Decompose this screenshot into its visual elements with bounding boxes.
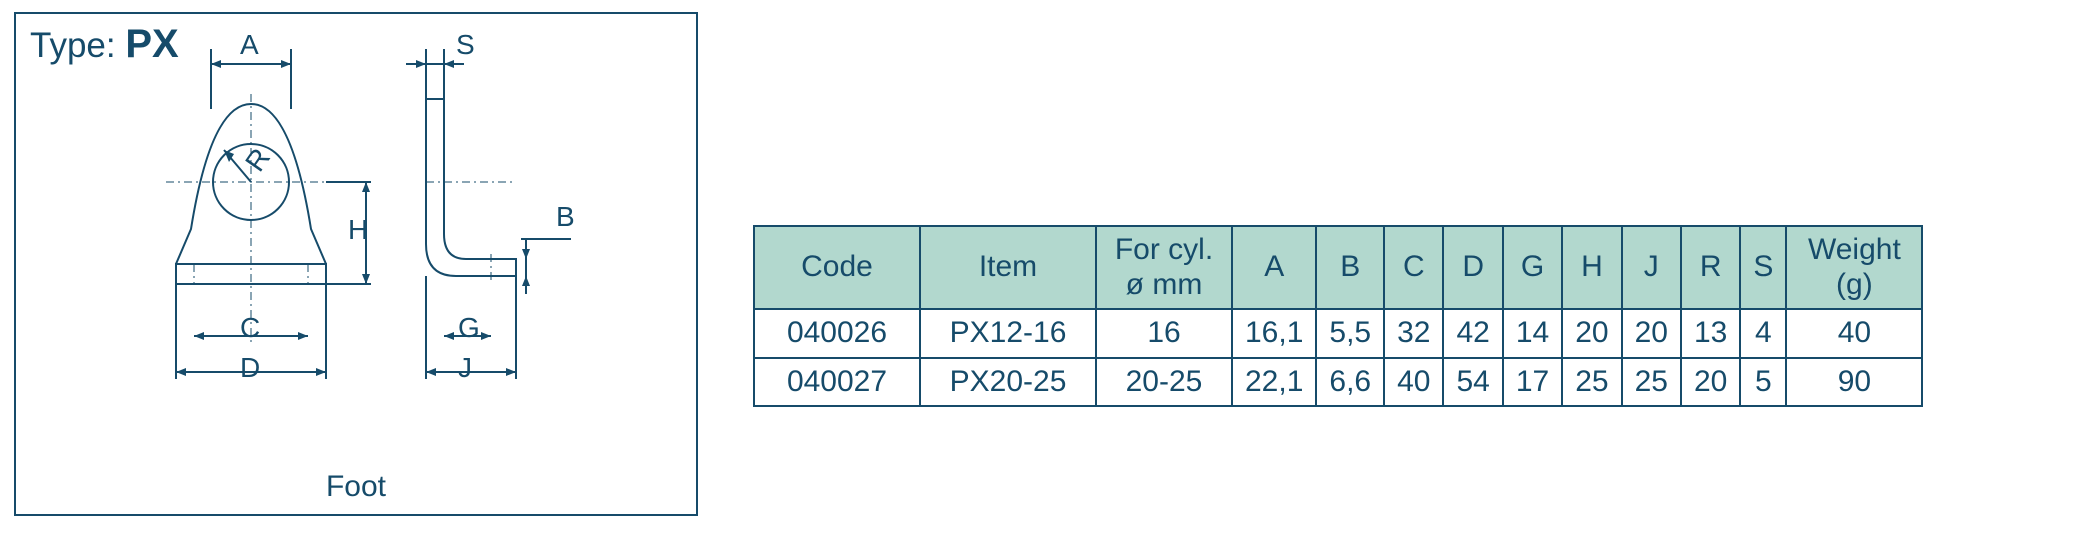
cell-R: 20 (1681, 358, 1740, 407)
spec-table: Code Item For cyl.ø mm A B C D G H J R S… (753, 225, 1923, 407)
cell-S: 4 (1740, 309, 1786, 358)
cell-cyl: 16 (1096, 309, 1232, 358)
table-row: 040027 PX20-25 20-25 22,1 6,6 40 54 17 2… (754, 358, 1922, 407)
th-H: H (1562, 226, 1621, 309)
cell-A: 22,1 (1232, 358, 1316, 407)
th-G: G (1503, 226, 1562, 309)
th-B: B (1316, 226, 1384, 309)
table-row: 040026 PX12-16 16 16,1 5,5 32 42 14 20 2… (754, 309, 1922, 358)
th-R: R (1681, 226, 1740, 309)
cell-C: 40 (1384, 358, 1443, 407)
cell-R: 13 (1681, 309, 1740, 358)
table-header-row: Code Item For cyl.ø mm A B C D G H J R S… (754, 226, 1922, 309)
cell-H: 20 (1562, 309, 1621, 358)
technical-drawing: Type: PX A S B H C D G J R (14, 12, 698, 516)
cell-item: PX20-25 (920, 358, 1096, 407)
th-A: A (1232, 226, 1316, 309)
cell-code: 040026 (754, 309, 920, 358)
cell-J: 25 (1622, 358, 1681, 407)
th-S: S (1740, 226, 1786, 309)
cell-C: 32 (1384, 309, 1443, 358)
cell-item: PX12-16 (920, 309, 1096, 358)
th-C: C (1384, 226, 1443, 309)
cell-B: 6,6 (1316, 358, 1384, 407)
diagram-caption: Foot (16, 470, 696, 504)
cell-weight: 90 (1786, 358, 1922, 407)
cell-J: 20 (1622, 309, 1681, 358)
th-J: J (1622, 226, 1681, 309)
cell-B: 5,5 (1316, 309, 1384, 358)
cell-weight: 40 (1786, 309, 1922, 358)
spec-table-area: Code Item For cyl.ø mm A B C D G H J R S… (753, 225, 1923, 407)
th-weight: Weight(g) (1786, 226, 1922, 309)
cell-A: 16,1 (1232, 309, 1316, 358)
th-D: D (1443, 226, 1502, 309)
th-item: Item (920, 226, 1096, 309)
cell-G: 17 (1503, 358, 1562, 407)
cell-cyl: 20-25 (1096, 358, 1232, 407)
th-code: Code (754, 226, 920, 309)
cell-S: 5 (1740, 358, 1786, 407)
th-cyl: For cyl.ø mm (1096, 226, 1232, 309)
schematic-svg (16, 14, 696, 514)
cell-D: 54 (1443, 358, 1502, 407)
cell-code: 040027 (754, 358, 920, 407)
cell-H: 25 (1562, 358, 1621, 407)
cell-D: 42 (1443, 309, 1502, 358)
cell-G: 14 (1503, 309, 1562, 358)
